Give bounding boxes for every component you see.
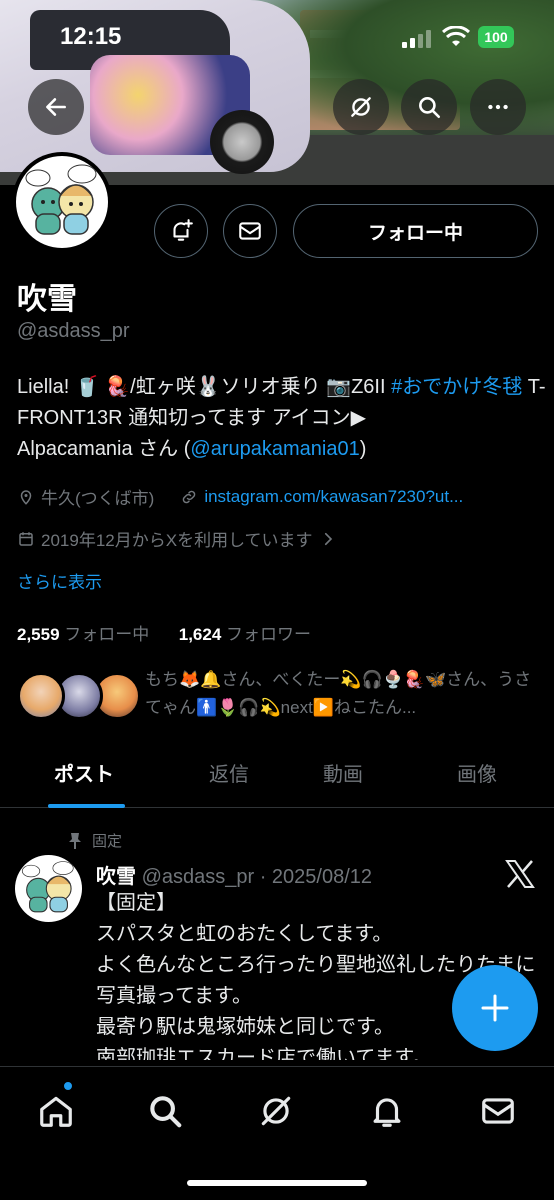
home-indicator [187,1180,367,1186]
tab-replies[interactable]: 返信 [209,758,249,787]
home-notification-dot [63,1081,73,1091]
wifi-icon [442,26,470,46]
mail-icon [239,222,261,240]
show-more-link[interactable]: さらに表示 [17,568,102,593]
avatar-illustration [25,164,97,235]
tab-posts[interactable]: ポスト [54,758,114,787]
nav-home[interactable] [34,1089,78,1133]
bio-text: Alpacamania さん ( [17,438,191,460]
plus-icon [481,994,509,1022]
profile-joined-row[interactable]: 2019年12月からXを利用しています [17,526,343,551]
follow-stats: 2,559 フォロー中 1,624 フォロワー [17,620,311,645]
post-header: 吹雪 @asdass_pr · 2025/08/12 [96,860,372,889]
profile-bio: Liella! 🥤 🪼/虹ヶ咲🐰ソリオ乗り 📷Z6II #おでかけ冬毬 T-FR… [17,372,547,465]
following-count: 2,559 [17,625,60,644]
nav-grok[interactable] [254,1089,298,1133]
bio-text: ) [359,438,367,460]
search-icon [419,97,441,119]
pinned-label-row: 固定 [68,830,122,851]
following-link[interactable]: 2,559 フォロー中 [17,625,149,644]
status-time: 12:15 [60,23,122,50]
more-button[interactable] [470,79,526,135]
pinned-label: 固定 [92,833,123,850]
bio-hashtag-link[interactable]: #おでかけ冬毬 [391,376,522,398]
nav-notifications[interactable] [365,1089,409,1133]
location-pin-icon [20,489,32,505]
signal-icon [402,30,431,48]
followed-by-row[interactable]: もち🦊🔔さん、べくたー💫🎧🍨🪼🦋さん、うさてゃん🚹🌷🎧💫next▶️ねこたん..… [17,666,547,726]
search-icon [150,1096,182,1128]
profile-handle: @asdass_pr [17,320,130,342]
home-icon [40,1096,72,1127]
following-label: フォロー中 [64,625,150,644]
battery-indicator: 100 [478,26,514,48]
message-button[interactable] [223,204,277,258]
following-button[interactable]: フォロー中 [293,204,538,258]
notification-bell-plus-icon [173,219,193,241]
nav-messages[interactable] [476,1089,520,1133]
grok-icon [351,97,371,117]
compose-button[interactable] [452,965,538,1051]
status-bar: 12:15 100 [0,18,554,58]
followers-label: フォロワー [226,625,312,644]
mail-icon [482,1098,514,1124]
bio-text: Liella! 🥤 🪼/虹ヶ咲🐰ソリオ乗り 📷Z6II [17,376,392,398]
post-line: スパスタと虹のおたくしてます。 [96,923,393,945]
nav-search[interactable] [143,1089,187,1133]
notification-button[interactable] [154,204,208,258]
post-author-name[interactable]: 吹雪 [96,866,136,888]
followers-link[interactable]: 1,624 フォロワー [179,625,311,644]
follower-avatar [17,672,65,720]
tab-videos[interactable]: 動画 [323,758,363,787]
post-line: 【固定】 [96,892,176,914]
chevron-right-icon [324,532,332,545]
profile-joined: 2019年12月からXを利用しています [41,531,313,550]
followers-count: 1,624 [178,625,222,644]
profile-tabs: ポスト 返信 動画 画像 [0,742,554,808]
bell-icon [373,1098,401,1127]
back-button[interactable] [28,79,84,135]
search-button[interactable] [401,79,457,135]
x-logo-icon [505,860,535,888]
followed-by-text: もち🦊🔔さん、べくたー💫🎧🍨🪼🦋さん、うさてゃん🚹🌷🎧💫next▶️ねこたん..… [145,670,532,717]
tab-images[interactable]: 画像 [457,758,497,787]
back-arrow-icon [46,98,66,116]
grok-icon [261,1096,291,1126]
pin-icon [69,832,81,849]
tab-indicator [48,804,125,808]
profile-location: 牛久(つくば市) [41,489,155,508]
avatar-illustration [21,861,74,913]
post-avatar[interactable] [15,855,82,922]
bio-mention-link[interactable]: @arupakamania01 [190,438,359,460]
link-icon [183,490,196,503]
grok-button[interactable] [333,79,389,135]
calendar-icon [19,531,33,546]
profile-website-link[interactable]: instagram.com/kawasan7230?ut... [204,487,463,507]
profile-avatar[interactable] [12,152,112,252]
post-meta: @asdass_pr · 2025/08/12 [141,866,373,888]
profile-name: 吹雪 [17,283,77,316]
more-icon [488,104,508,110]
profile-meta-row: 牛久(つくば市) instagram.com/kawasan7230?ut... [17,484,463,509]
